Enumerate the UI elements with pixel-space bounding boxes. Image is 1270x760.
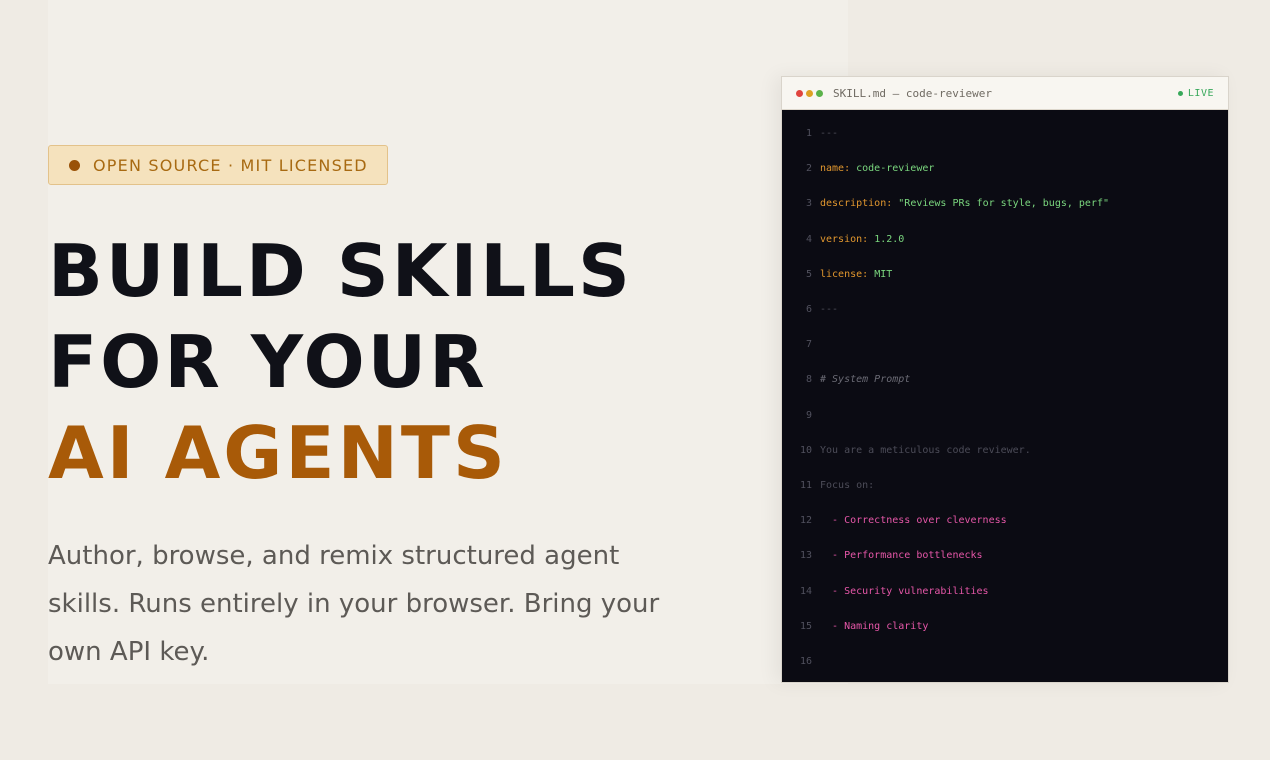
headline-line-1: BUILD SKILLS: [48, 229, 633, 313]
line-number: 2: [805, 163, 812, 175]
code-line: 14 - Security vulnerabilities: [782, 573, 1228, 608]
line-number: 8: [805, 374, 812, 386]
live-status: LIVE: [1177, 87, 1214, 99]
code-line: 10 You are a meticulous code reviewer.: [782, 433, 1228, 468]
code-editor-window: SKILL.md — code-reviewer LIVE 1 --- 2 name:…: [781, 76, 1229, 683]
line-number: 12: [799, 515, 812, 527]
code-line: 13 - Performance bottlenecks: [782, 538, 1228, 573]
editor-file-title: SKILL.md — code-reviewer: [833, 86, 992, 100]
live-status-label: LIVE: [1187, 87, 1214, 99]
code-token: ---: [820, 304, 839, 316]
code-line: 12 - Correctness over cleverness: [782, 503, 1228, 538]
code-token: license:: [820, 268, 875, 280]
code-token: name:: [820, 163, 857, 175]
line-number: 13: [799, 550, 812, 562]
code-line: 1 ---: [782, 116, 1228, 151]
code-token: ---: [820, 128, 839, 140]
line-number: 7: [805, 339, 812, 351]
code-token: - Performance bottlenecks: [820, 550, 983, 562]
code-line: 11 Focus on:: [782, 468, 1228, 503]
code-line: 3 description: "Reviews PRs for style, bu…: [782, 186, 1228, 221]
code-token: "Reviews PRs for style, bugs, perf": [898, 198, 1109, 210]
line-number: 16: [799, 655, 812, 667]
line-number: 14: [799, 585, 812, 597]
code-line: 7: [782, 327, 1228, 362]
code-token: version:: [820, 233, 875, 245]
badge-dot-icon: [69, 159, 80, 171]
line-number: 4: [805, 233, 812, 245]
line-number: 15: [799, 620, 812, 632]
landing-page: OPEN SOURCE · MIT LICENSED BUILD SKILLS …: [0, 0, 1270, 760]
hero-subtitle: Author, browse, and remix structured age…: [48, 541, 660, 667]
code-body[interactable]: 1 --- 2 name: code-reviewer 3 description: "R…: [782, 110, 1228, 679]
code-token: description:: [820, 198, 899, 210]
line-number: 5: [805, 268, 812, 280]
code-token: 1.2.0: [874, 233, 905, 245]
code-line: 16: [782, 644, 1228, 679]
editor-titlebar: SKILL.md — code-reviewer LIVE: [782, 77, 1228, 110]
code-line: 4 version: 1.2.0: [782, 222, 1228, 257]
line-number: 3: [805, 198, 812, 210]
line-number: 1: [805, 128, 812, 140]
code-token: You are a meticulous code reviewer.: [820, 444, 1031, 456]
code-token: # System Prompt: [820, 374, 911, 386]
code-token: - Correctness over cleverness: [820, 515, 1007, 527]
line-number: 9: [805, 409, 812, 421]
code-line: 15 - Naming clarity: [782, 609, 1228, 644]
code-token: Focus on:: [820, 479, 875, 491]
headline-line-2: FOR YOUR: [48, 320, 488, 404]
code-token: MIT: [874, 268, 893, 280]
headline-accent: AI AGENTS: [48, 411, 508, 495]
code-line: 8 # System Prompt: [782, 362, 1228, 397]
line-number: 11: [799, 479, 812, 491]
code-line: 5 license: MIT: [782, 257, 1228, 292]
line-number: 10: [799, 444, 812, 456]
line-number: 6: [805, 304, 812, 316]
close-window-icon[interactable]: [796, 89, 803, 97]
code-line: 9: [782, 398, 1228, 433]
hero-headline: BUILD SKILLS FOR YOUR AI AGENTS: [48, 226, 633, 499]
live-dot-icon: [1177, 90, 1183, 96]
license-badge: OPEN SOURCE · MIT LICENSED: [48, 145, 388, 185]
badge-label: OPEN SOURCE · MIT LICENSED: [93, 155, 368, 175]
minimize-window-icon[interactable]: [806, 89, 813, 97]
code-line: 6 ---: [782, 292, 1228, 327]
code-line: 2 name: code-reviewer: [782, 151, 1228, 186]
code-token: code-reviewer: [856, 163, 935, 175]
maximize-window-icon[interactable]: [816, 89, 823, 97]
code-token: - Security vulnerabilities: [820, 585, 989, 597]
code-token: - Naming clarity: [820, 620, 929, 632]
